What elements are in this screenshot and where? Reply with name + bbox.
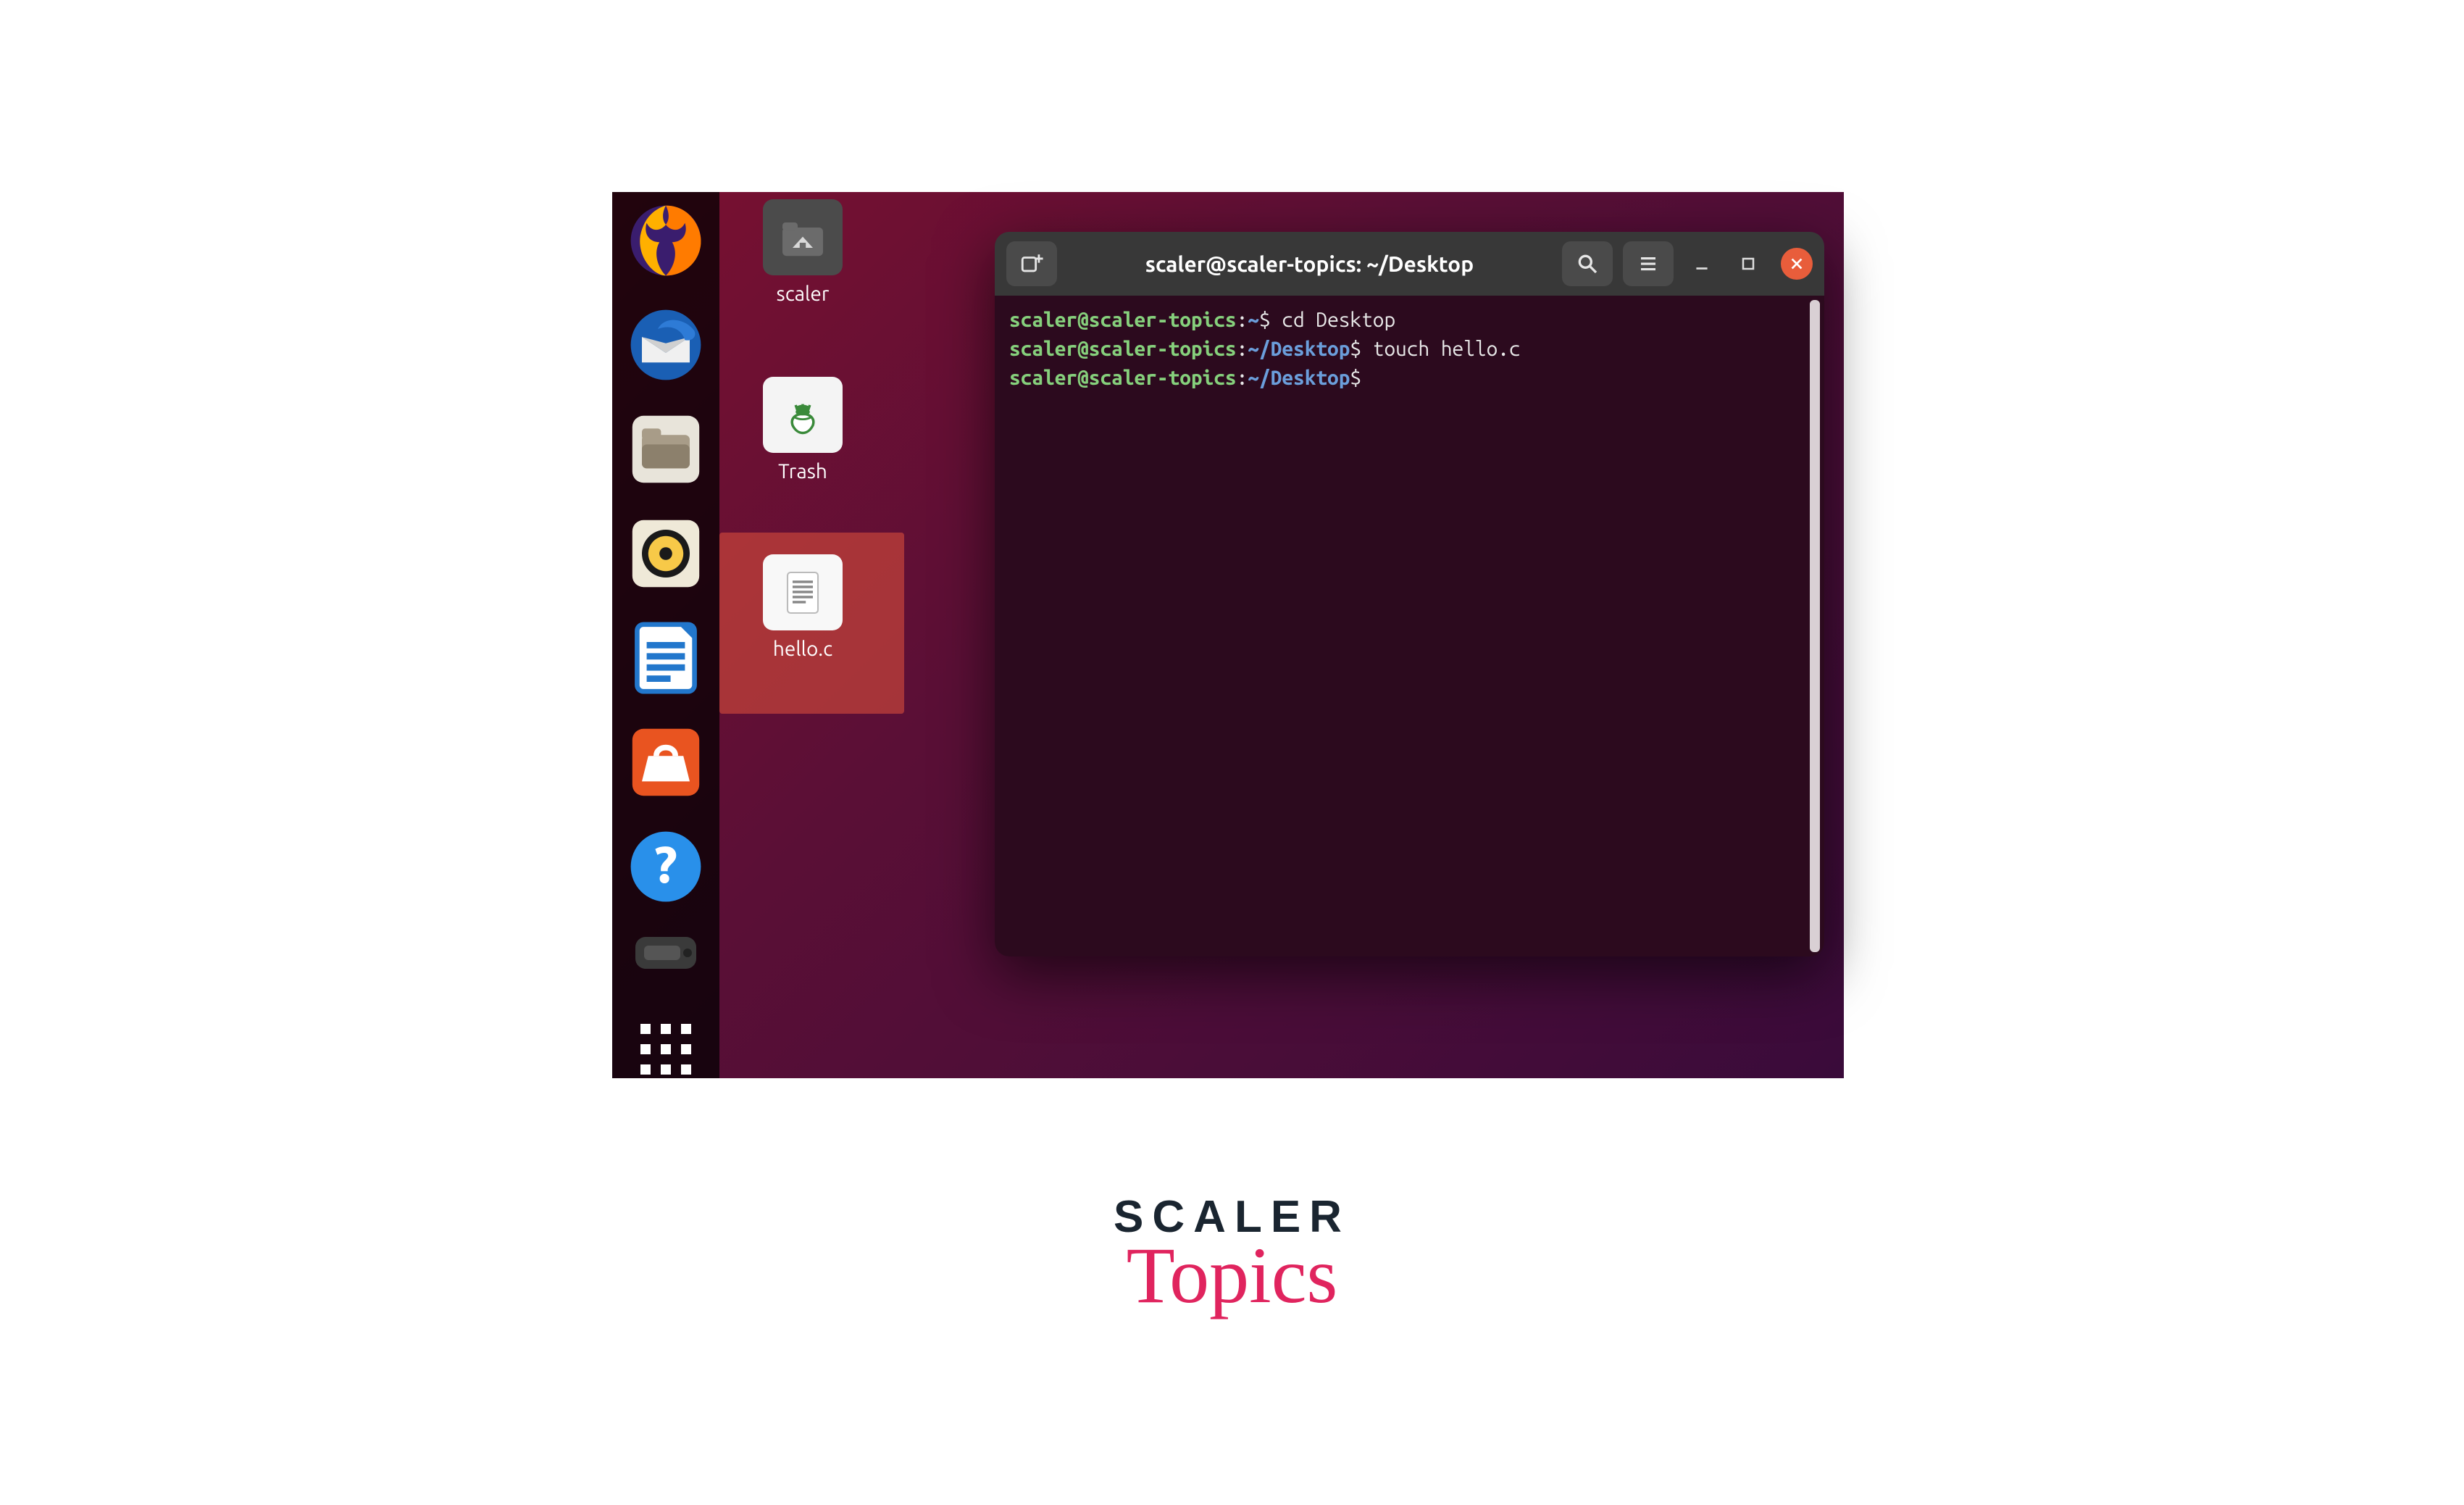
brand-bot: Topics <box>1114 1230 1350 1322</box>
new-tab-icon <box>1019 251 1044 276</box>
ubuntu-desktop: ? s <box>612 192 1844 1078</box>
minimize-button[interactable] <box>1684 246 1720 282</box>
maximize-button[interactable] <box>1730 246 1766 282</box>
dock: ? <box>612 192 719 1078</box>
trash-icon <box>763 377 843 453</box>
maximize-icon <box>1740 255 1757 272</box>
minimize-icon <box>1692 254 1711 273</box>
dock-item-thunderbird[interactable] <box>626 305 706 385</box>
desktop-area[interactable]: scaler Trash <box>719 192 1844 1078</box>
files-icon <box>626 409 706 489</box>
search-button[interactable] <box>1562 241 1613 286</box>
new-tab-button[interactable] <box>1006 241 1057 286</box>
terminal-line: scaler@scaler-topics:~/Desktop$ touch he… <box>1009 335 1810 364</box>
terminal-line: scaler@scaler-topics:~/Desktop$ <box>1009 364 1810 393</box>
desktop-icon-trash[interactable]: Trash <box>719 377 886 483</box>
close-button[interactable] <box>1781 248 1813 280</box>
hamburger-icon <box>1637 253 1659 275</box>
terminal-titlebar[interactable]: scaler@scaler-topics: ~/Desktop <box>995 232 1824 296</box>
removable-device-icon <box>626 931 706 975</box>
menu-button[interactable] <box>1623 241 1674 286</box>
terminal-window: scaler@scaler-topics: ~/Desktop <box>995 232 1824 956</box>
dock-item-files[interactable] <box>626 409 706 489</box>
home-folder-icon <box>763 199 843 275</box>
libreoffice-writer-icon <box>626 618 706 698</box>
terminal-scrollbar[interactable] <box>1810 300 1820 952</box>
terminal-body[interactable]: scaler@scaler-topics:~$ cd Desktopscaler… <box>995 296 1824 956</box>
terminal-line: scaler@scaler-topics:~$ cd Desktop <box>1009 306 1810 335</box>
desktop-icon-trash-label: Trash <box>719 460 886 483</box>
dock-item-help[interactable]: ? <box>626 827 706 906</box>
thunderbird-icon <box>626 305 706 385</box>
desktop-icon-home[interactable]: scaler <box>719 199 886 305</box>
rhythmbox-icon <box>626 514 706 593</box>
search-icon <box>1576 252 1599 275</box>
firefox-icon <box>626 201 706 280</box>
terminal-title: scaler@scaler-topics: ~/Desktop <box>1067 251 1552 276</box>
dock-item-libreoffice-writer[interactable] <box>626 618 706 698</box>
desktop-icon-file[interactable]: hello.c <box>719 554 886 660</box>
text-file-icon <box>763 554 843 630</box>
help-icon: ? <box>626 827 706 906</box>
show-applications-button[interactable] <box>626 1024 706 1075</box>
dock-item-ubuntu-software[interactable] <box>626 722 706 802</box>
svg-text:?: ? <box>654 835 677 893</box>
close-icon <box>1789 256 1805 272</box>
desktop-icon-home-label: scaler <box>719 283 886 305</box>
dock-item-rhythmbox[interactable] <box>626 514 706 593</box>
dock-item-firefox[interactable] <box>626 201 706 280</box>
dock-item-removable-device[interactable] <box>626 931 706 975</box>
brand-watermark: SCALER Topics <box>1114 1191 1350 1322</box>
desktop-icon-file-label: hello.c <box>719 638 886 660</box>
ubuntu-software-icon <box>626 722 706 802</box>
